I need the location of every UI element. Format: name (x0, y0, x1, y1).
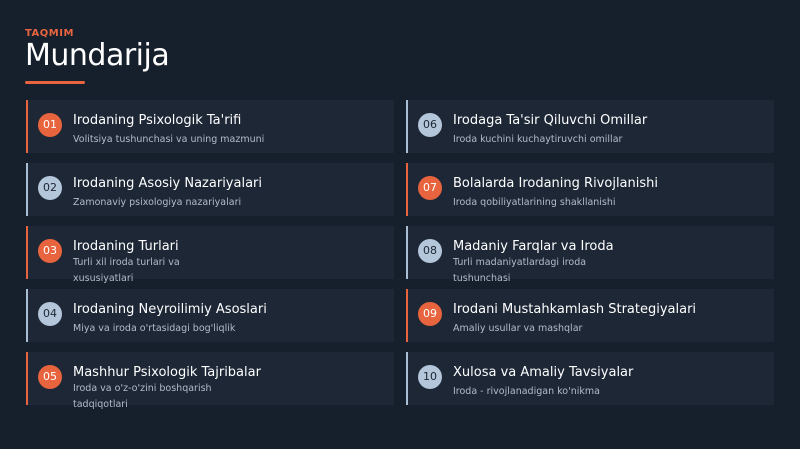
accent-bar (406, 100, 408, 153)
item-number-badge: 01 (38, 113, 62, 137)
item-title: Irodaning Asosiy Nazariyalari (73, 176, 263, 191)
toc-item-10[interactable]: 10 Xulosa va Amaliy Tavsiyalar Iroda - r… (406, 352, 774, 405)
item-number-badge: 06 (418, 113, 442, 137)
accent-bar (26, 226, 28, 279)
item-subtitle: Zamonaviy psixologiya nazariyalari (73, 197, 242, 208)
item-title: Irodaga Ta'sir Qiluvchi Omillar (453, 113, 648, 128)
item-number-badge: 08 (418, 239, 442, 263)
item-subtitle: Iroda qobiliyatlarining shakllanishi (453, 197, 616, 208)
item-subtitle: Turli xil iroda turlari va xususiyatlari (73, 257, 180, 284)
toc-item-05[interactable]: 05 Mashhur Psixologik Tajribalar Iroda v… (26, 352, 394, 410)
item-subtitle: Miya va iroda o'rtasidagi bog'liqlik (73, 323, 236, 334)
item-subtitle: Iroda va o'z-o'zini boshqarish tadqiqotl… (73, 383, 212, 410)
accent-bar (406, 352, 408, 405)
item-title: Irodaning Psixologik Ta'rifi (73, 113, 242, 128)
item-title: Bolalarda Irodaning Rivojlanishi (453, 176, 658, 191)
accent-bar (406, 226, 408, 279)
title-underline (25, 81, 85, 84)
item-subtitle: Turli madaniyatlardagi iroda tushunchasi (453, 257, 587, 284)
item-title: Xulosa va Amaliy Tavsiyalar (453, 365, 634, 380)
item-subtitle: Iroda kuchini kuchaytiruvchi omillar (453, 134, 623, 145)
item-title: Irodaning Turlari (73, 239, 179, 254)
item-number-badge: 07 (418, 176, 442, 200)
accent-bar (26, 289, 28, 342)
item-number-badge: 10 (418, 365, 442, 389)
item-subtitle: Amaliy usullar va mashqlar (453, 323, 583, 334)
item-title: Irodani Mustahkamlash Strategiyalari (453, 302, 697, 317)
item-subtitle: Volitsiya tushunchasi va uning mazmuni (73, 134, 265, 145)
accent-bar (26, 100, 28, 153)
page-title: Mundarija (25, 38, 170, 73)
toc-grid: 01 Irodaning Psixologik Ta'rifi Volitsiy… (26, 100, 776, 410)
toc-item-01[interactable]: 01 Irodaning Psixologik Ta'rifi Volitsiy… (26, 100, 394, 153)
item-title: Irodaning Neyroilimiy Asoslari (73, 302, 267, 317)
item-number-badge: 03 (38, 239, 62, 263)
accent-bar (26, 352, 28, 405)
item-subtitle: Iroda - rivojlanadigan ko'nikma (453, 386, 600, 397)
item-number-badge: 02 (38, 176, 62, 200)
accent-bar (406, 289, 408, 342)
toc-item-04[interactable]: 04 Irodaning Neyroilimiy Asoslari Miya v… (26, 289, 394, 342)
toc-item-07[interactable]: 07 Bolalarda Irodaning Rivojlanishi Irod… (406, 163, 774, 216)
toc-item-03[interactable]: 03 Irodaning Turlari Turli xil iroda tur… (26, 226, 394, 284)
item-title: Mashhur Psixologik Tajribalar (73, 365, 261, 380)
toc-item-08[interactable]: 08 Madaniy Farqlar va Iroda Turli madani… (406, 226, 774, 284)
accent-bar (406, 163, 408, 216)
item-number-badge: 09 (418, 302, 442, 326)
accent-bar (26, 163, 28, 216)
item-title: Madaniy Farqlar va Iroda (453, 239, 614, 254)
item-number-badge: 05 (38, 365, 62, 389)
item-number-badge: 04 (38, 302, 62, 326)
toc-item-02[interactable]: 02 Irodaning Asosiy Nazariyalari Zamonav… (26, 163, 394, 216)
toc-item-06[interactable]: 06 Irodaga Ta'sir Qiluvchi Omillar Iroda… (406, 100, 774, 153)
toc-item-09[interactable]: 09 Irodani Mustahkamlash Strategiyalari … (406, 289, 774, 342)
